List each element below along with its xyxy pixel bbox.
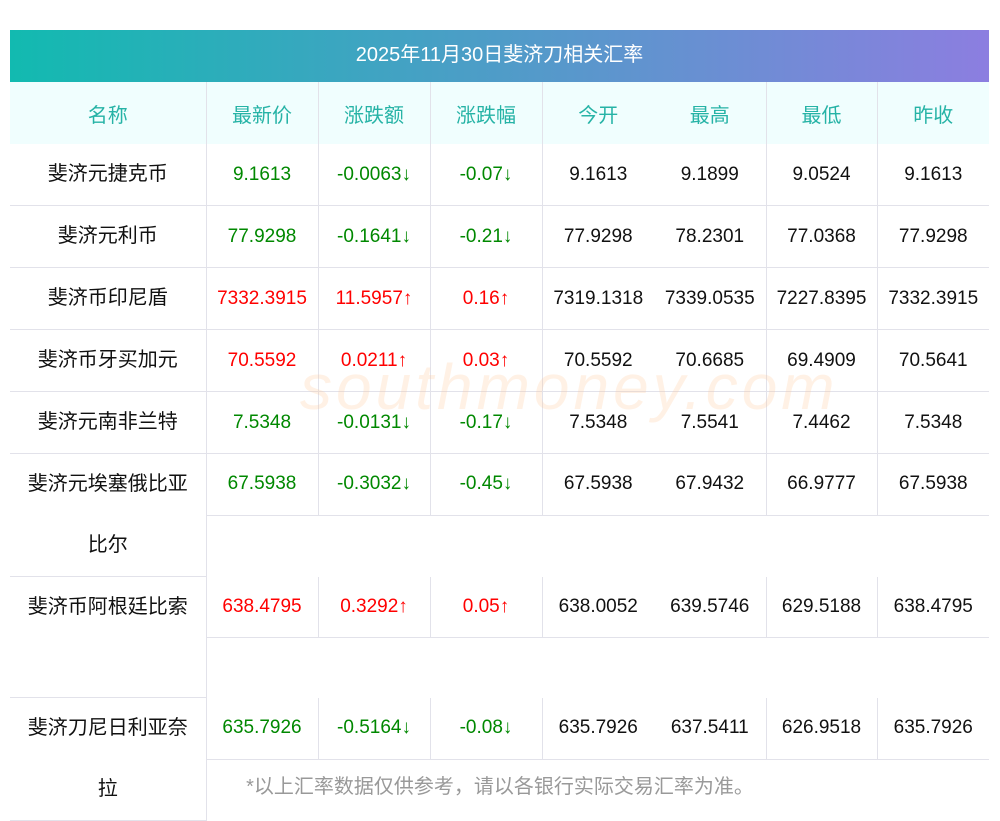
column-header: 名称	[10, 82, 206, 144]
cell-latest: 77.9298	[205, 205, 318, 268]
cell-high: 637.5411	[654, 697, 766, 760]
table-title: 2025年11月30日斐济刀相关汇率	[10, 30, 989, 82]
column-header: 最新价	[205, 82, 318, 144]
cell-low: 69.4909	[765, 329, 877, 392]
cell-pct: 0.16↑	[429, 267, 542, 330]
cell-latest: 67.5938	[205, 453, 318, 516]
currency-name: 斐济元捷克币	[10, 144, 206, 206]
cell-high: 67.9432	[654, 453, 766, 516]
currency-name: 斐济币牙买加元	[10, 329, 206, 392]
cell-latest: 638.4795	[205, 576, 318, 638]
cell-prev: 67.5938	[876, 453, 989, 516]
cell-open: 638.0052	[541, 576, 654, 638]
cell-prev: 638.4795	[876, 576, 989, 638]
cell-open: 67.5938	[541, 453, 654, 516]
cell-change: -0.1641↓	[317, 205, 430, 268]
table-row: 斐济元捷克币 9.1613 -0.0063↓ -0.07↓ 9.1613 9.1899 9.…	[10, 144, 989, 206]
column-header: 涨跌额	[317, 82, 430, 144]
cell-low: 629.5188	[765, 576, 877, 638]
blank-cell	[205, 637, 989, 698]
table-row: 斐济币印尼盾 7332.3915 11.5957↑ 0.16↑ 7319.1318 733…	[10, 267, 989, 330]
cell-change: -0.0131↓	[317, 391, 430, 454]
cell-latest: 7332.3915	[205, 267, 318, 330]
cell-change: 0.0211↑	[317, 329, 430, 392]
disclaimer-note: *以上汇率数据仅供参考，请以各银行实际交易汇率为准。	[246, 776, 754, 798]
cell-open: 9.1613	[541, 144, 654, 206]
cell-low: 7.4462	[765, 391, 877, 454]
cell-prev: 7.5348	[876, 391, 989, 454]
cell-low: 626.9518	[765, 697, 877, 760]
cell-high: 639.5746	[654, 576, 766, 638]
cell-change: 0.3292↑	[317, 576, 430, 638]
cell-open: 7319.1318	[541, 267, 654, 330]
exchange-rate-table: 名称 最新价 涨跌额 涨跌幅 今开 最高 最低 昨收 斐济元捷克币 9.1613 -0.0063↓…	[10, 82, 989, 821]
currency-name: 斐济刀尼日利亚奈拉	[10, 697, 206, 821]
blank-cell	[205, 515, 989, 577]
cell-low: 9.0524	[765, 144, 877, 206]
cell-open: 77.9298	[541, 205, 654, 268]
cell-prev: 77.9298	[876, 205, 989, 268]
cell-pct: 0.03↑	[429, 329, 542, 392]
table-row: 斐济币牙买加元 70.5592 0.0211↑ 0.03↑ 70.5592 70.6685…	[10, 329, 989, 392]
cell-high: 78.2301	[654, 205, 766, 268]
column-header: 最低	[765, 82, 877, 144]
cell-high: 7339.0535	[654, 267, 766, 330]
column-header: 今开	[541, 82, 654, 144]
cell-high: 9.1899	[654, 144, 766, 206]
currency-name: 斐济元南非兰特	[10, 391, 206, 454]
cell-latest: 9.1613	[205, 144, 318, 206]
cell-prev: 635.7926	[876, 697, 989, 760]
rate-table-container: 2025年11月30日斐济刀相关汇率 名称 最新价 涨跌额 涨跌幅 今开 最高 最低 昨收 斐…	[10, 30, 989, 821]
cell-prev: 70.5641	[876, 329, 989, 392]
table-row: 斐济元埃塞俄比亚比尔 67.5938 -0.3032↓ -0.45↓ 67.5938 67…	[10, 453, 989, 577]
cell-change: 11.5957↑	[317, 267, 430, 330]
cell-low: 7227.8395	[765, 267, 877, 330]
cell-high: 70.6685	[654, 329, 766, 392]
cell-latest: 70.5592	[205, 329, 318, 392]
table-row: 斐济元南非兰特 7.5348 -0.0131↓ -0.17↓ 7.5348 7.5541 7…	[10, 391, 989, 454]
cell-change: -0.3032↓	[317, 453, 430, 516]
currency-name: 斐济元利币	[10, 205, 206, 268]
cell-change: -0.5164↓	[317, 697, 430, 760]
cell-open: 70.5592	[541, 329, 654, 392]
cell-change: -0.0063↓	[317, 144, 430, 206]
cell-latest: 7.5348	[205, 391, 318, 454]
cell-latest: 635.7926	[205, 697, 318, 760]
cell-pct: 0.05↑	[429, 576, 542, 638]
cell-pct: -0.08↓	[429, 697, 542, 760]
cell-pct: -0.21↓	[429, 205, 542, 268]
cell-prev: 7332.3915	[876, 267, 989, 330]
cell-low: 66.9777	[765, 453, 877, 516]
cell-pct: -0.17↓	[429, 391, 542, 454]
column-header: 涨跌幅	[429, 82, 542, 144]
cell-open: 7.5348	[541, 391, 654, 454]
cell-low: 77.0368	[765, 205, 877, 268]
cell-high: 7.5541	[654, 391, 766, 454]
table-row: 斐济元利币 77.9298 -0.1641↓ -0.21↓ 77.9298 78.2301…	[10, 205, 989, 268]
currency-name: 斐济币阿根廷比索	[10, 576, 206, 698]
cell-pct: -0.45↓	[429, 453, 542, 516]
column-header: 昨收	[876, 82, 989, 144]
table-row: 斐济刀尼日利亚奈拉 635.7926 -0.5164↓ -0.08↓ 635.7926 6…	[10, 697, 989, 821]
column-header: 最高	[654, 82, 766, 144]
currency-name: 斐济币印尼盾	[10, 267, 206, 330]
cell-open: 635.7926	[541, 697, 654, 760]
currency-name: 斐济元埃塞俄比亚比尔	[10, 453, 206, 577]
cell-prev: 9.1613	[876, 144, 989, 206]
cell-pct: -0.07↓	[429, 144, 542, 206]
table-row: 斐济币阿根廷比索 638.4795 0.3292↑ 0.05↑ 638.0052 639.…	[10, 576, 989, 698]
